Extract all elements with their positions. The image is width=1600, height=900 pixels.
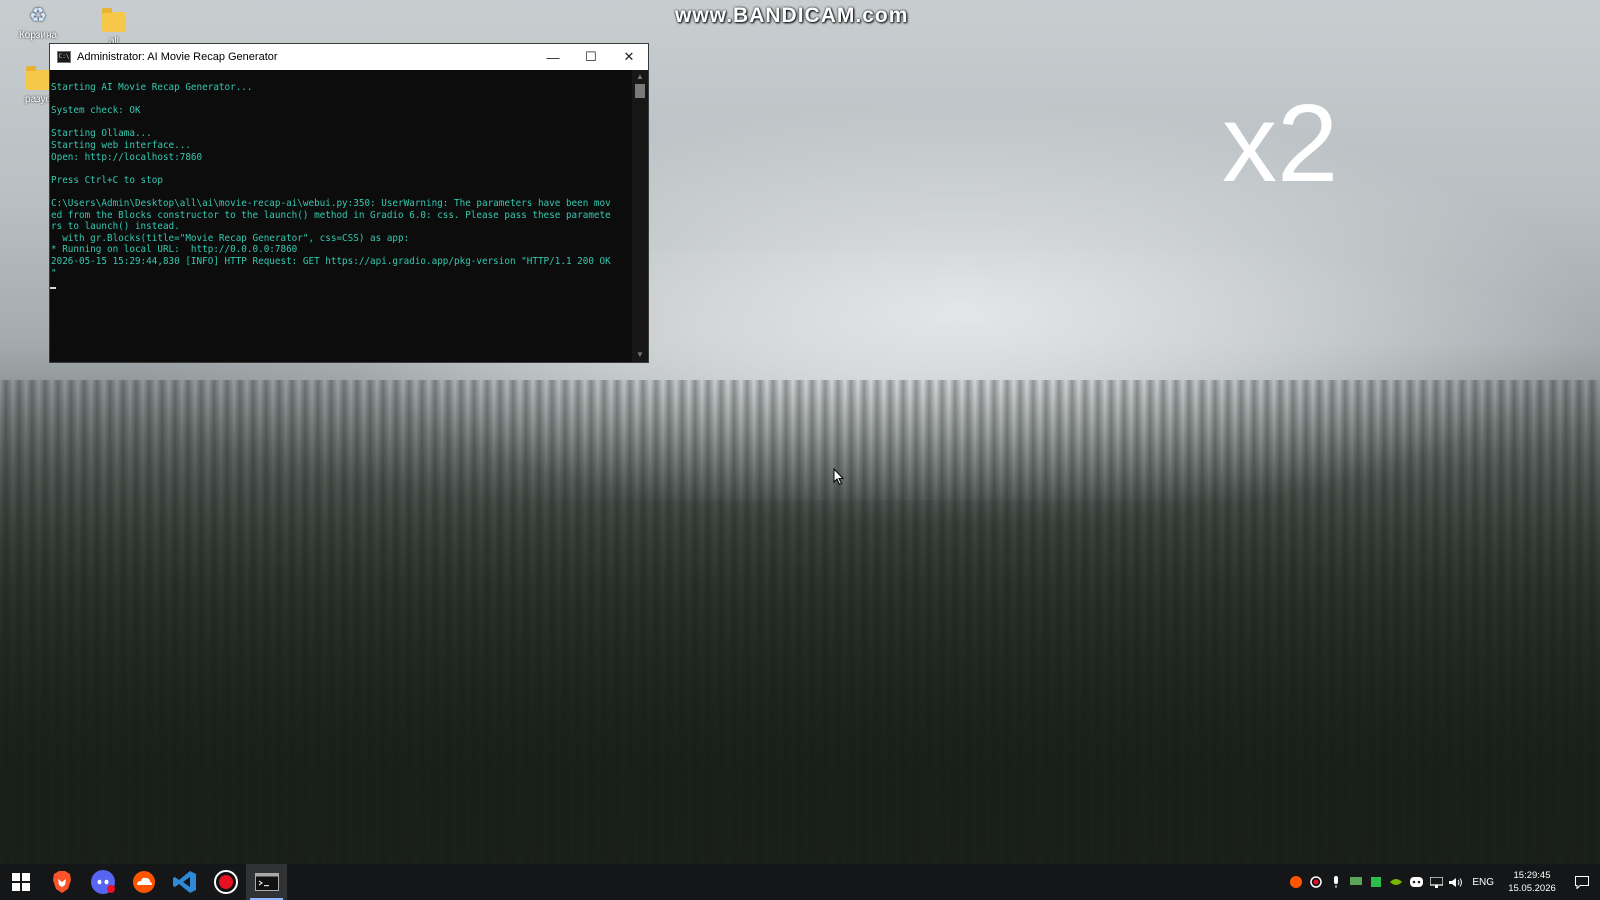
scroll-up-arrow-icon[interactable]: ▲ xyxy=(632,70,648,84)
scroll-down-arrow-icon[interactable]: ▼ xyxy=(632,348,648,362)
microphone-icon[interactable] xyxy=(1326,864,1346,900)
tray-nvidia-icon[interactable] xyxy=(1386,864,1406,900)
taskbar-discord[interactable] xyxy=(82,864,123,900)
console-app-icon: C:\ xyxy=(57,51,71,63)
input-language[interactable]: ENG xyxy=(1466,877,1500,888)
forest-wallpaper xyxy=(0,380,1600,900)
tray-monitor-icon[interactable] xyxy=(1346,864,1366,900)
desktop-icon-all-folder[interactable]: all xyxy=(84,6,144,47)
window-title: Administrator: AI Movie Recap Generator xyxy=(77,51,278,63)
maximize-button[interactable]: ☐ xyxy=(572,44,610,70)
tray-discord-icon[interactable] xyxy=(1406,864,1426,900)
start-button[interactable] xyxy=(0,864,41,900)
taskbar-cloud-app[interactable] xyxy=(123,864,164,900)
mouse-pointer-icon xyxy=(833,467,845,491)
recycle-bin-icon: ♻ xyxy=(29,5,47,27)
taskbar: ENG 15:29:45 15.05.2026 xyxy=(0,864,1600,900)
console-line: * Running on local URL: http://0.0.0.0:7… xyxy=(51,244,298,256)
desktop-icon-label: Корзина xyxy=(18,30,58,41)
taskbar-clock[interactable]: 15:29:45 15.05.2026 xyxy=(1500,869,1564,895)
console-line: C:\Users\Admin\Desktop\all\ai\movie-reca… xyxy=(51,197,611,209)
console-line: with gr.Blocks(title="Movie Recap Genera… xyxy=(51,232,410,244)
console-output[interactable]: Starting AI Movie Recap Generator... Sys… xyxy=(50,70,631,374)
volume-icon[interactable] xyxy=(1446,864,1466,900)
minimize-button[interactable]: — xyxy=(534,44,572,70)
console-line: Starting Ollama... xyxy=(51,128,152,140)
tray-app-icon[interactable] xyxy=(1286,864,1306,900)
taskbar-terminal[interactable] xyxy=(246,864,287,900)
close-button[interactable]: ✕ xyxy=(610,44,648,70)
vscode-icon xyxy=(172,871,196,893)
console-line: " xyxy=(51,267,57,279)
discord-icon xyxy=(90,870,115,894)
console-cursor xyxy=(50,287,56,290)
desktop-icon-recycle-bin[interactable]: ♻ Корзина xyxy=(8,6,68,41)
console-line: Starting AI Movie Recap Generator... xyxy=(51,82,253,93)
console-line: Open: http://localhost:7860 xyxy=(51,151,203,163)
clock-date: 15.05.2026 xyxy=(1508,883,1556,894)
console-line: 2026-05-15 15:29:44,830 [INFO] HTTP Requ… xyxy=(51,255,611,267)
clock-time: 15:29:45 xyxy=(1513,870,1551,881)
terminal-icon xyxy=(254,873,279,891)
console-window[interactable]: C:\ Administrator: AI Movie Recap Genera… xyxy=(49,43,649,363)
record-icon xyxy=(213,870,238,894)
console-line: Starting web interface... xyxy=(51,139,191,151)
notification-center-icon[interactable] xyxy=(1564,864,1600,900)
speed-overlay: x2 xyxy=(1222,82,1339,205)
scrollbar-thumb[interactable] xyxy=(635,84,645,98)
console-line: ed from the Blocks constructor to the la… xyxy=(51,209,611,221)
tray-green-icon[interactable] xyxy=(1366,864,1386,900)
folder-icon xyxy=(102,8,126,32)
tray-record-icon[interactable] xyxy=(1306,864,1326,900)
console-line: rs to launch() instead. xyxy=(51,221,180,233)
brave-lion-icon xyxy=(52,871,71,893)
taskbar-brave[interactable] xyxy=(41,864,82,900)
console-scrollbar[interactable]: ▲ ▼ xyxy=(632,70,648,362)
system-tray: ENG 15:29:45 15.05.2026 xyxy=(1286,864,1600,900)
taskbar-vscode[interactable] xyxy=(164,864,205,900)
network-icon[interactable] xyxy=(1426,864,1446,900)
taskbar-bandicam[interactable] xyxy=(205,864,246,900)
window-titlebar[interactable]: C:\ Administrator: AI Movie Recap Genera… xyxy=(50,44,648,70)
windows-logo-icon xyxy=(11,873,30,891)
console-line: System check: OK xyxy=(51,105,141,117)
folder-icon xyxy=(26,66,50,90)
cloud-app-icon xyxy=(132,871,155,893)
bandicam-watermark: www.BANDICAM.com xyxy=(675,4,909,27)
console-line: Press Ctrl+C to stop xyxy=(51,174,163,186)
